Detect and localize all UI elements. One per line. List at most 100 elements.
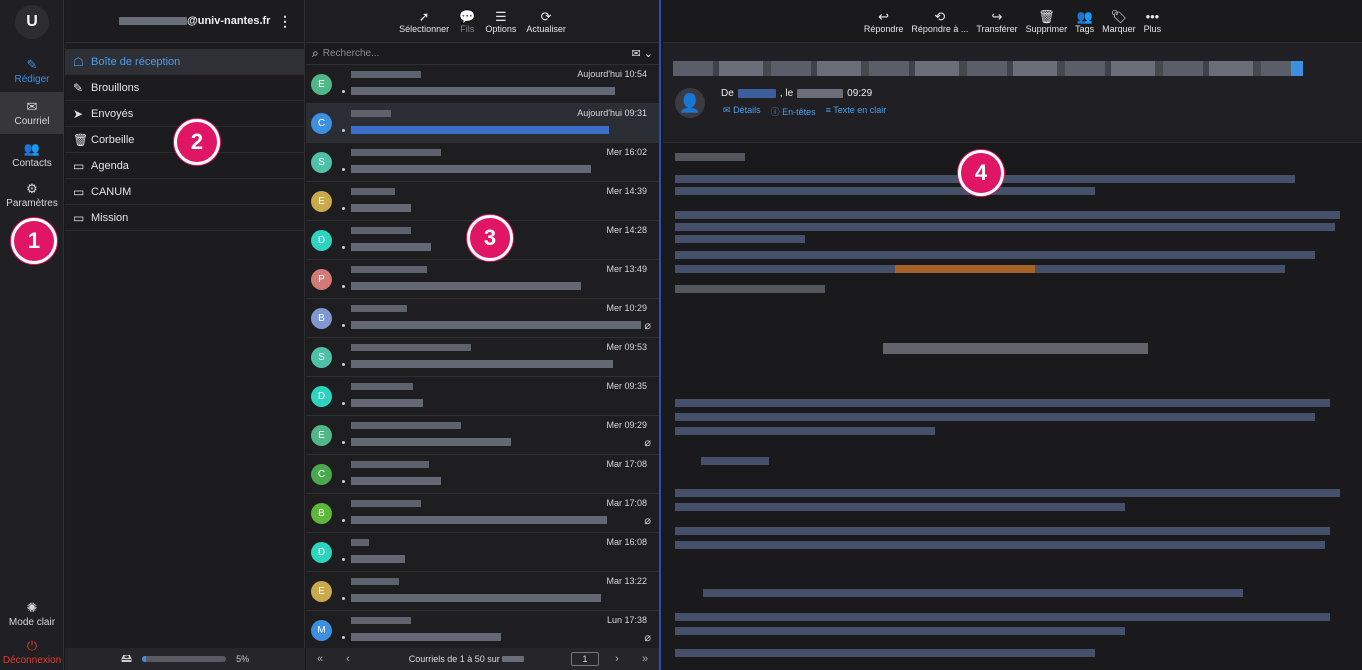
logout-button[interactable]: ⏻ Déconnexion — [0, 634, 64, 670]
last-page-button[interactable]: » — [631, 653, 659, 665]
more-button[interactable]: ••• Plus — [1144, 9, 1162, 34]
folder-mission[interactable]: ▭ Mission — [65, 205, 304, 231]
options-button[interactable]: ☰ Options — [485, 9, 516, 34]
message-row[interactable]: S Mer 09:53 — [306, 338, 659, 377]
nav-contacts-label: Contacts — [12, 157, 52, 169]
trash-icon: 🗑 — [1038, 8, 1055, 24]
message-row[interactable]: E Mar 13:22 — [306, 572, 659, 611]
message-row[interactable]: C Aujourd'hui 09:31 — [306, 104, 659, 143]
tags-button[interactable]: 👥 Tags — [1075, 9, 1094, 34]
folder-inbox[interactable]: ☖ Boîte de réception — [65, 49, 304, 75]
message-date: Mer 14:39 — [606, 186, 647, 196]
message-row[interactable]: P Mer 13:49 — [306, 260, 659, 299]
message-row[interactable]: D Mer 09:35 — [306, 377, 659, 416]
next-page-button[interactable]: › — [603, 653, 631, 665]
redacted-body-line — [675, 251, 1315, 259]
redacted-sender — [351, 461, 429, 468]
redacted-sender — [351, 149, 441, 156]
redacted-total — [502, 656, 525, 662]
logo[interactable]: U — [0, 0, 64, 43]
folder-icon: ▭ — [73, 184, 85, 199]
redacted-sender[interactable] — [737, 89, 776, 98]
paperclip-icon: ⌀ — [644, 632, 651, 644]
nav-mail-button[interactable]: ✉ Courriel — [0, 92, 64, 134]
message-row[interactable]: D Mar 16:08 — [306, 533, 659, 572]
details-link[interactable]: ✉ Détails — [723, 105, 761, 118]
kebab-menu-icon[interactable]: ⋮ — [278, 13, 292, 30]
light-mode-button[interactable]: ✺ Mode clair — [0, 593, 64, 635]
redacted-subject — [351, 243, 431, 251]
message-row[interactable]: C Mar 17:08 — [306, 455, 659, 494]
prev-page-button[interactable]: ‹ — [334, 653, 362, 665]
sender-avatar: D — [311, 542, 332, 563]
more-label: Plus — [1143, 23, 1162, 34]
message-date: Mer 10:29 — [606, 303, 647, 313]
forward-button[interactable]: ↪ Transférer — [976, 9, 1017, 34]
forward-label: Transférer — [976, 23, 1018, 34]
paperclip-icon: ⌀ — [644, 515, 651, 527]
nav-settings-label: Paramètres — [6, 197, 58, 209]
redacted-body-line — [675, 427, 935, 435]
compose-button[interactable]: ✎ Rédiger — [0, 50, 64, 92]
message-row[interactable]: B Mar 17:08 ⌀ — [306, 494, 659, 533]
mark-button[interactable]: 🏷 Marquer — [1102, 9, 1136, 34]
message-row[interactable]: M Lun 17:38 ⌀ — [306, 611, 659, 650]
delete-button[interactable]: 🗑 Supprimer — [1026, 9, 1068, 34]
redacted-body-line — [675, 285, 825, 293]
unread-dot — [342, 519, 345, 522]
redacted-subject — [351, 87, 615, 95]
unread-dot — [342, 480, 345, 483]
folder-label: Envoyés — [91, 107, 134, 120]
unread-dot — [342, 129, 345, 132]
nav-contacts-button[interactable]: 👥 Contacts — [0, 134, 64, 176]
message-row[interactable]: E Aujourd'hui 10:54 — [306, 65, 659, 104]
first-page-button[interactable]: « — [306, 653, 334, 665]
redacted-body-line — [675, 223, 1335, 231]
message-date: Aujourd'hui 09:31 — [577, 108, 647, 118]
headers-link[interactable]: ⓘ En-têtes — [771, 105, 816, 118]
redacted-body-line — [675, 265, 895, 273]
lines-icon: ≡ — [825, 105, 831, 115]
unread-dot — [342, 402, 345, 405]
quota-percent: 5% — [236, 654, 250, 664]
reply-all-icon: ⟲ — [934, 8, 946, 24]
quota-bar — [142, 656, 227, 662]
folder-canum[interactable]: ▭ CANUM — [65, 179, 304, 205]
redacted-date — [797, 89, 844, 98]
trash-icon: 🗑 — [73, 132, 89, 147]
page-number-input[interactable]: 1 — [571, 652, 599, 666]
folder-label: Corbeille — [91, 133, 135, 146]
hard-drive-icon: 🖴 — [121, 652, 133, 665]
reply-icon: ↩ — [878, 8, 890, 24]
message-row[interactable]: B Mer 10:29 ⌀ — [306, 299, 659, 338]
message-row[interactable]: E Mer 09:29 ⌀ — [306, 416, 659, 455]
message-row[interactable]: S Mer 16:02 — [306, 143, 659, 182]
search-input[interactable]: Recherche... — [323, 48, 380, 59]
redacted-sender — [351, 500, 421, 507]
redacted-body-line — [675, 399, 1330, 407]
info-icon: ⓘ — [770, 107, 780, 117]
reply-button[interactable]: ↩ Répondre — [864, 9, 904, 34]
annotation-badge-2: 2 — [174, 119, 220, 165]
threads-button[interactable]: 💬 Fils — [459, 9, 475, 34]
reading-pane: ↩ Répondre ⟲ Répondre à ... ↪ Transférer… — [663, 0, 1362, 670]
search-options-envelope-icon[interactable]: ✉ ⌄ — [632, 47, 654, 60]
redacted-body-line — [703, 589, 1243, 597]
account-email: @univ-nantes.fr — [187, 15, 271, 27]
plaintext-link[interactable]: ≡ Texte en clair — [826, 105, 887, 118]
select-button[interactable]: ➚ Sélectionner — [399, 9, 449, 34]
redacted-sender — [351, 344, 471, 351]
select-label: Sélectionner — [399, 23, 450, 34]
folder-label: Brouillons — [91, 81, 140, 94]
redacted-sender — [351, 266, 427, 273]
search-bar[interactable]: ⌕ Recherche... ✉ ⌄ — [306, 43, 659, 65]
folder-drafts[interactable]: ✎ Brouillons — [65, 75, 304, 101]
redacted-sender — [351, 617, 411, 624]
refresh-button[interactable]: ⟳ Actualiser — [526, 9, 566, 34]
nav-settings-button[interactable]: ⚙ Paramètres — [0, 174, 64, 216]
redacted-sender — [351, 422, 461, 429]
unread-dot — [342, 363, 345, 366]
sender-avatar-icon: 👤 — [675, 88, 705, 118]
folder-label: Agenda — [91, 159, 129, 172]
reply-all-button[interactable]: ⟲ Répondre à ... — [911, 9, 968, 34]
